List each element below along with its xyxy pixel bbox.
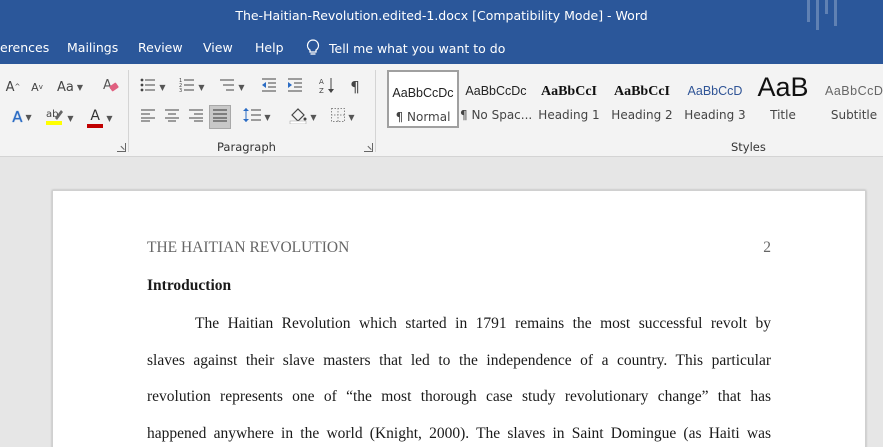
decrease-indent-icon [261, 77, 277, 97]
highlight-button[interactable]: ab ▼ [44, 107, 74, 129]
tab-help[interactable]: Help [255, 32, 284, 64]
page-number: 2 [763, 239, 771, 256]
group-separator [128, 70, 129, 152]
tab-references[interactable]: erences [0, 32, 49, 64]
increase-indent-icon [287, 77, 303, 97]
numbering-button[interactable]: 1 2 3 ▼ [177, 76, 207, 98]
line-spacing-icon [243, 107, 262, 127]
ribbon: A ^ Av Aa ▼ A A ▼ ab ▼ A ▼ ▼ 1 2 3 ▼ ▼ AZ ¶ [0, 64, 883, 157]
increase-indent-button[interactable] [284, 76, 306, 98]
clear-formatting-button[interactable]: A [100, 76, 122, 98]
eraser-icon: A [102, 76, 120, 98]
bullets-button[interactable]: ▼ [138, 76, 168, 98]
grow-font-button[interactable]: A ^ [4, 78, 22, 96]
group-separator [375, 70, 376, 152]
justify-icon [213, 108, 227, 126]
ribbon-tabs: erences Mailings Review View Help Tell m… [0, 32, 883, 64]
font-color-button[interactable]: A ▼ [84, 107, 116, 129]
svg-text:A: A [103, 78, 112, 93]
style-no-spacing[interactable]: AaBbCcDc ¶ No Spac... [460, 70, 532, 128]
line-spacing-button[interactable]: ▼ [240, 106, 274, 128]
tell-me-box[interactable]: Tell me what you want to do [306, 32, 505, 64]
window-title: The-Haitian-Revolution.edited-1.docx [Co… [235, 8, 648, 23]
sort-button[interactable]: AZ [316, 76, 338, 98]
text-effects-button[interactable]: A ▼ [8, 107, 36, 127]
align-center-button[interactable] [162, 106, 182, 128]
tell-me-text: Tell me what you want to do [329, 40, 506, 56]
document-page[interactable]: THE HAITIAN REVOLUTION 2 Introduction Th… [52, 190, 866, 447]
style-heading-1[interactable]: AaBbCcI Heading 1 [533, 70, 605, 128]
show-formatting-button[interactable]: ¶ [344, 76, 366, 98]
align-left-button[interactable] [138, 106, 158, 128]
svg-text:Z: Z [319, 87, 324, 94]
paragraph-dialog-launcher[interactable] [364, 143, 373, 152]
align-left-icon [141, 108, 155, 126]
sort-icon: AZ [319, 76, 335, 98]
body-line: revolution represents one of “the most t… [147, 388, 771, 405]
align-center-icon [165, 108, 179, 126]
paragraph-group-label: Paragraph [217, 140, 276, 154]
title-bar: The-Haitian-Revolution.edited-1.docx [Co… [0, 0, 883, 32]
change-case-button[interactable]: Aa ▼ [55, 78, 85, 96]
section-heading: Introduction [147, 277, 232, 294]
tab-view[interactable]: View [203, 32, 233, 64]
borders-icon [331, 108, 346, 126]
lightbulb-icon [306, 39, 320, 57]
multilevel-list-button[interactable]: ▼ [216, 76, 248, 98]
shrink-font-button[interactable]: Av [28, 78, 46, 96]
font-dialog-launcher[interactable] [117, 143, 126, 152]
multilevel-list-icon [219, 77, 235, 97]
pilcrow-icon: ¶ [350, 78, 360, 96]
style-heading-2[interactable]: AaBbCcI Heading 2 [606, 70, 678, 128]
style-normal[interactable]: AaBbCcDc ¶ Normal [387, 70, 459, 128]
document-area: THE HAITIAN REVOLUTION 2 Introduction Th… [0, 157, 883, 447]
justify-button[interactable] [209, 105, 231, 129]
styles-group-label: Styles [731, 140, 766, 154]
tab-review[interactable]: Review [138, 32, 183, 64]
bullets-icon [140, 77, 156, 97]
tab-mailings[interactable]: Mailings [67, 32, 118, 64]
paint-bucket-icon [289, 106, 307, 128]
body-line: happened anywhere in the world (Knight, … [147, 425, 771, 442]
highlighter-icon: ab [44, 106, 64, 130]
align-right-icon [189, 108, 203, 126]
svg-text:A: A [319, 78, 324, 86]
style-subtitle[interactable]: AaBbCcD Subtitle [820, 70, 883, 128]
borders-button[interactable]: ▼ [326, 106, 360, 128]
font-color-swatch [87, 124, 104, 128]
title-bar-decoration [807, 0, 843, 30]
align-right-button[interactable] [186, 106, 206, 128]
running-head: THE HAITIAN REVOLUTION [147, 239, 350, 256]
style-title[interactable]: AaB Title [747, 70, 819, 128]
shading-button[interactable]: ▼ [286, 106, 320, 128]
svg-text:3: 3 [179, 88, 182, 93]
decrease-indent-button[interactable] [258, 76, 280, 98]
numbering-icon: 123 [179, 77, 195, 97]
body-line: slaves against their slave masters that … [147, 352, 771, 369]
style-heading-3[interactable]: AaBbCcD Heading 3 [679, 70, 751, 128]
body-line: The Haitian Revolution which started in … [195, 315, 771, 332]
